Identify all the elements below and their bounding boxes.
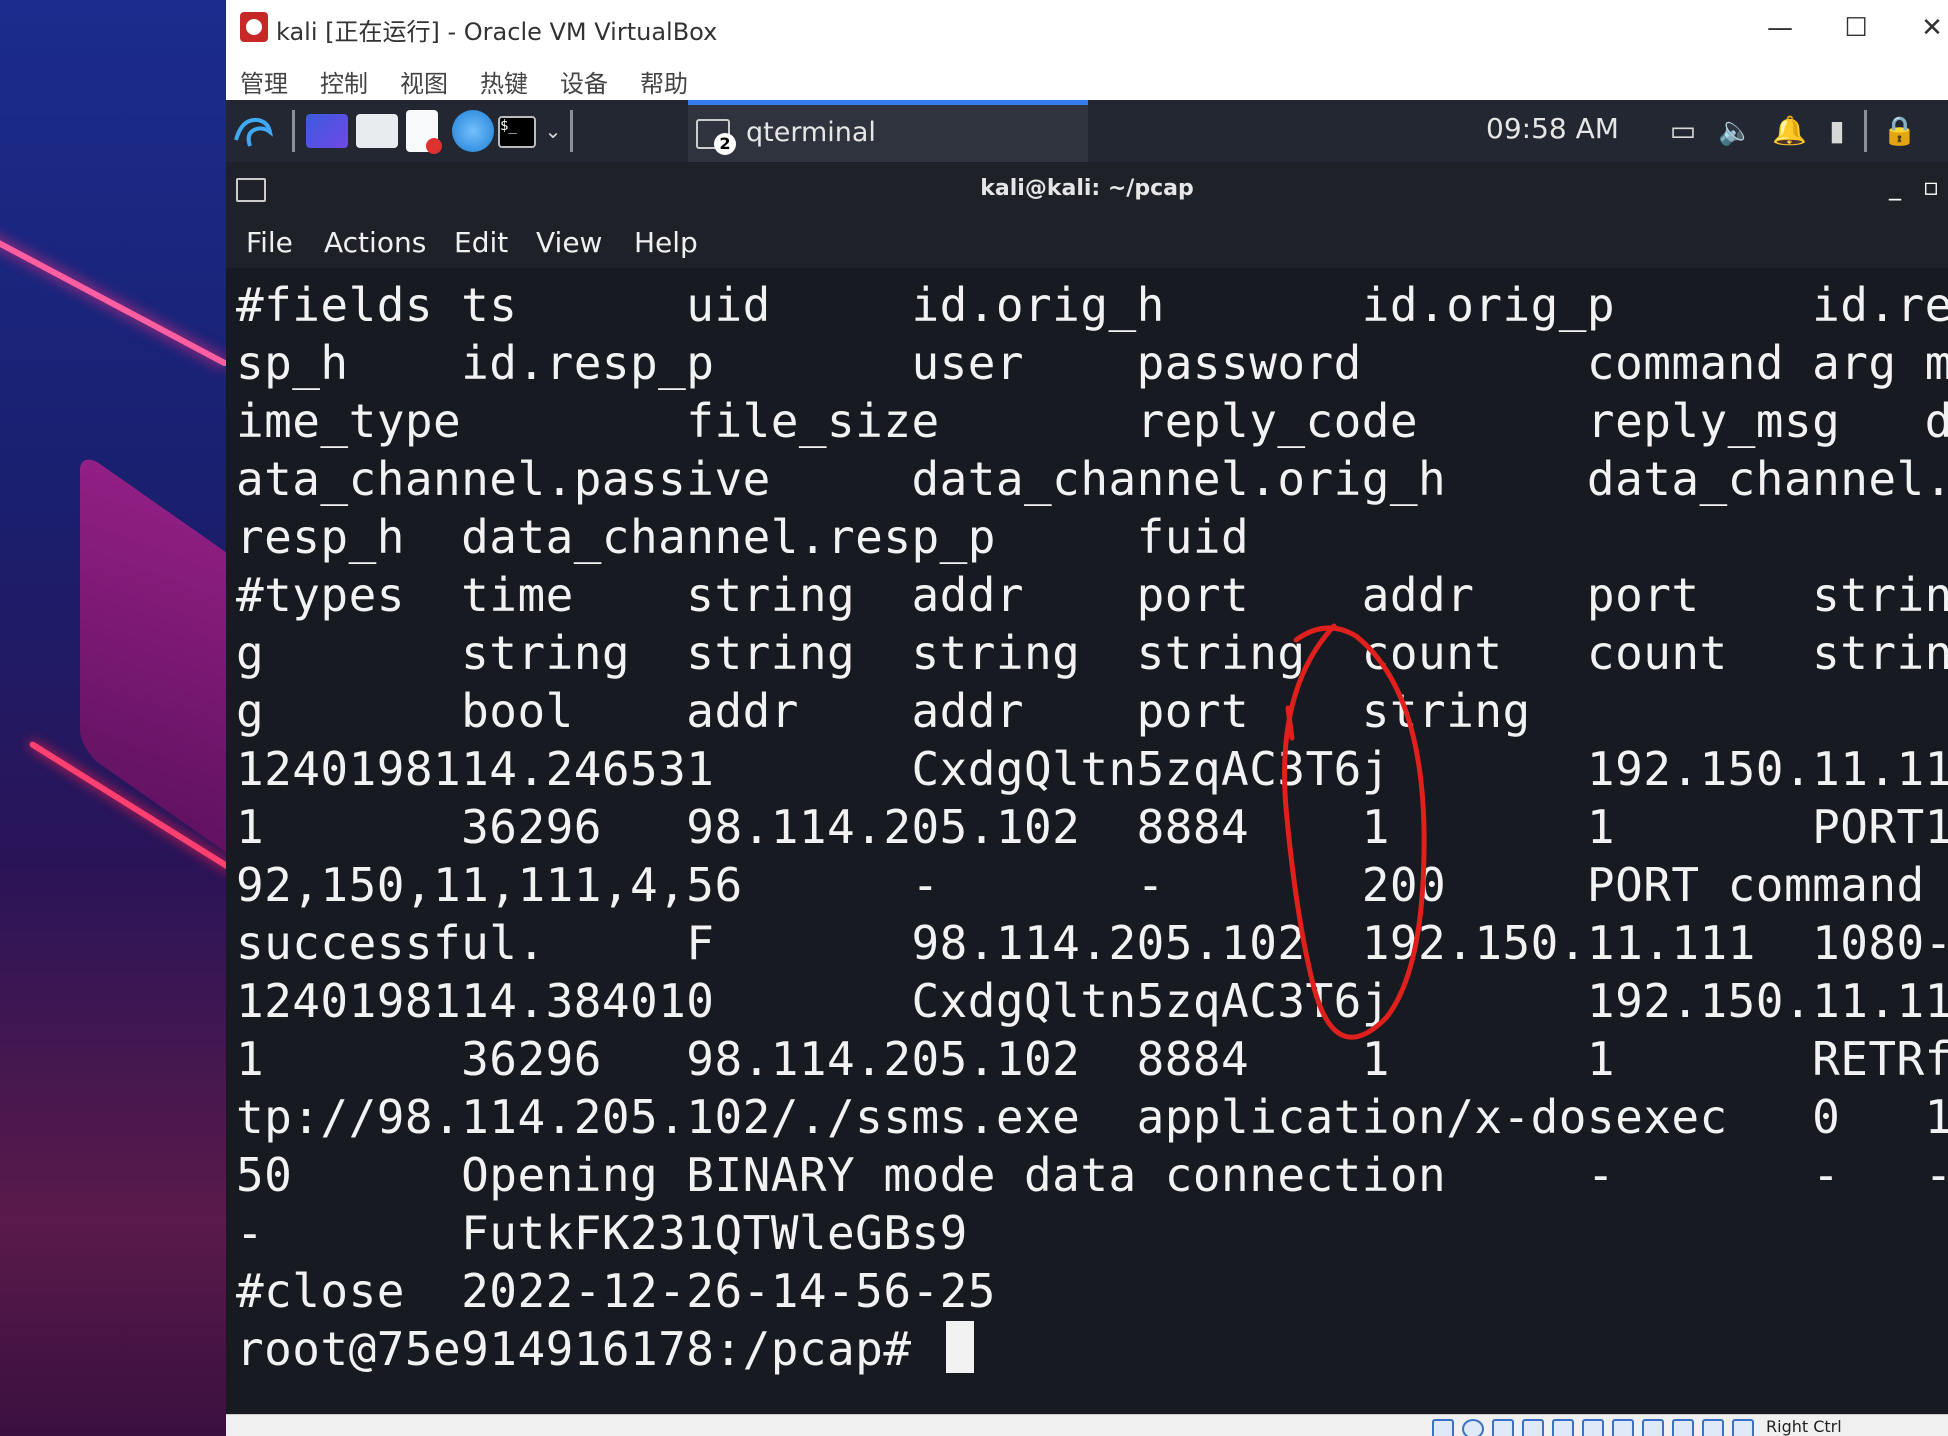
shared-folders-icon[interactable] [1582,1419,1604,1436]
keyboard-icon[interactable] [1732,1419,1754,1436]
terminal-menu-edit[interactable]: Edit [454,226,508,259]
close-button[interactable]: ✕ [1912,8,1948,48]
network-icon[interactable] [1522,1419,1544,1436]
display-icon[interactable]: ▭ [1666,114,1700,148]
terminal-line: tp://98.114.205.102/./ssms.exe applicati… [236,1090,1948,1144]
recording-icon[interactable] [1642,1419,1664,1436]
terminal-menu-help[interactable]: Help [634,226,698,259]
panel-separator [1864,110,1867,152]
terminal-line: 1240198114.384010 CxdgQltn5zqAC3T6j 192.… [236,974,1948,1028]
virtualbox-app-icon [240,12,268,42]
vbox-menu-view[interactable]: 视图 [400,64,448,99]
terminal-line: 92,150,11,111,4,56 - - 200 PORT command [236,858,1948,912]
usb-icon[interactable] [1552,1419,1574,1436]
vbox-statusbar: Right Ctrl [226,1414,1948,1436]
terminal-line: resp_h data_channel.resp_p fuid [236,510,1250,564]
wallpaper-streak [0,230,226,368]
vbox-menubar: 管理 控制 视图 热键 设备 帮助 [226,56,1948,100]
host-desktop-wallpaper [0,0,226,1436]
hdd-icon[interactable] [1432,1419,1454,1436]
vbox-titlebar: kali [正在运行] - Oracle VM VirtualBox — ☐ ✕ [226,0,1948,56]
mouse-integration-icon[interactable] [1702,1419,1724,1436]
terminal-line: ata_channel.passive data_channel.orig_h … [236,452,1948,506]
browser-icon[interactable] [452,110,494,152]
terminal-line: 1 36296 98.114.205.102 8884 1 1 PORT1 [236,800,1948,854]
terminal-icon[interactable]: $_ [498,116,536,148]
terminal-line: sp_h id.resp_p user password command arg… [236,336,1948,390]
terminal-line: successful. F 98.114.205.102 192.150.11.… [236,916,1948,970]
taskbar-qterminal[interactable]: 2 qterminal [688,100,1088,162]
display-icon[interactable] [1612,1419,1634,1436]
guest-screen: $_ ⌄ 2 qterminal 09:58 AM ▭ 🔈 🔔 ▮ 🔒 kali… [226,100,1948,1414]
folder-icon[interactable] [356,114,398,148]
volume-icon[interactable]: 🔈 [1718,114,1753,148]
terminal-line: #close 2022-12-26-14-56-25 [236,1264,996,1318]
window-count-badge: 2 [714,133,736,155]
cpu-icon[interactable] [1672,1419,1694,1436]
bell-icon[interactable]: 🔔 [1772,114,1807,148]
terminal-line: 1240198114.246531 CxdgQltn5zqAC3T6j 192.… [236,742,1948,796]
terminal-cursor [945,1321,974,1373]
lock-icon[interactable]: 🔒 [1882,114,1917,148]
kali-top-panel: $_ ⌄ 2 qterminal 09:58 AM ▭ 🔈 🔔 ▮ 🔒 [226,100,1948,162]
terminal-menubar: File Actions Edit View Help [226,214,1948,269]
terminal-menu-file[interactable]: File [246,226,293,259]
vbox-menu-help[interactable]: 帮助 [640,64,688,99]
host-key-label: Right Ctrl [1766,1417,1842,1436]
terminal-maximize-button[interactable]: ▫ [1916,172,1946,202]
terminal-menu-actions[interactable]: Actions [324,226,426,259]
text-editor-icon[interactable] [406,110,442,154]
task-label: qterminal [746,117,876,148]
terminal-line: #types time string addr port addr port s… [236,568,1948,622]
terminal-line: ime_type file_size reply_code reply_msg … [236,394,1948,448]
terminal-line: g string string string string count coun… [236,626,1948,680]
terminal-menu-view[interactable]: View [536,226,602,259]
terminal-prompt-line[interactable]: root@75e914916178:/pcap# [236,1320,974,1378]
vbox-menu-devices[interactable]: 设备 [560,64,608,99]
virtualbox-window: kali [正在运行] - Oracle VM VirtualBox — ☐ ✕… [226,0,1948,1436]
battery-icon[interactable]: ▮ [1820,114,1854,148]
terminal-titlebar: kali@kali: ~/pcap _ ▫ [226,162,1948,214]
vbox-menu-hotkeys[interactable]: 热键 [480,64,528,99]
workspace-icon[interactable] [306,114,348,148]
terminal-title: kali@kali: ~/pcap [980,176,1194,201]
maximize-button[interactable]: ☐ [1836,8,1876,48]
kali-logo-icon[interactable] [232,110,274,152]
chevron-down-icon[interactable]: ⌄ [536,114,570,148]
terminal-line: - FutkFK231QTWleGBs9 [236,1206,968,1260]
minimize-button[interactable]: — [1760,8,1800,48]
terminal-line: 1 36296 98.114.205.102 8884 1 1 RETRf [236,1032,1948,1086]
panel-separator [292,110,295,152]
panel-separator [570,110,573,152]
terminal-prompt: root@75e914916178:/pcap# [236,1322,940,1376]
terminal-minimize-button[interactable]: _ [1880,172,1910,202]
vbox-window-title: kali [正在运行] - Oracle VM VirtualBox [276,18,718,46]
audio-icon[interactable] [1492,1419,1514,1436]
terminal-line: 50 Opening BINARY mode data connection -… [236,1148,1948,1202]
terminal-line: #fields ts uid id.orig_h id.orig_p id.re [236,278,1948,332]
vbox-menu-control[interactable]: 控制 [320,64,368,99]
terminal-line: g bool addr addr port string [236,684,1531,738]
terminal-output[interactable]: #fields ts uid id.orig_h id.orig_p id.re… [226,268,1948,1414]
optical-drive-icon[interactable] [1462,1419,1484,1436]
panel-clock[interactable]: 09:58 AM [1486,112,1619,145]
vbox-menu-manage[interactable]: 管理 [240,64,288,99]
